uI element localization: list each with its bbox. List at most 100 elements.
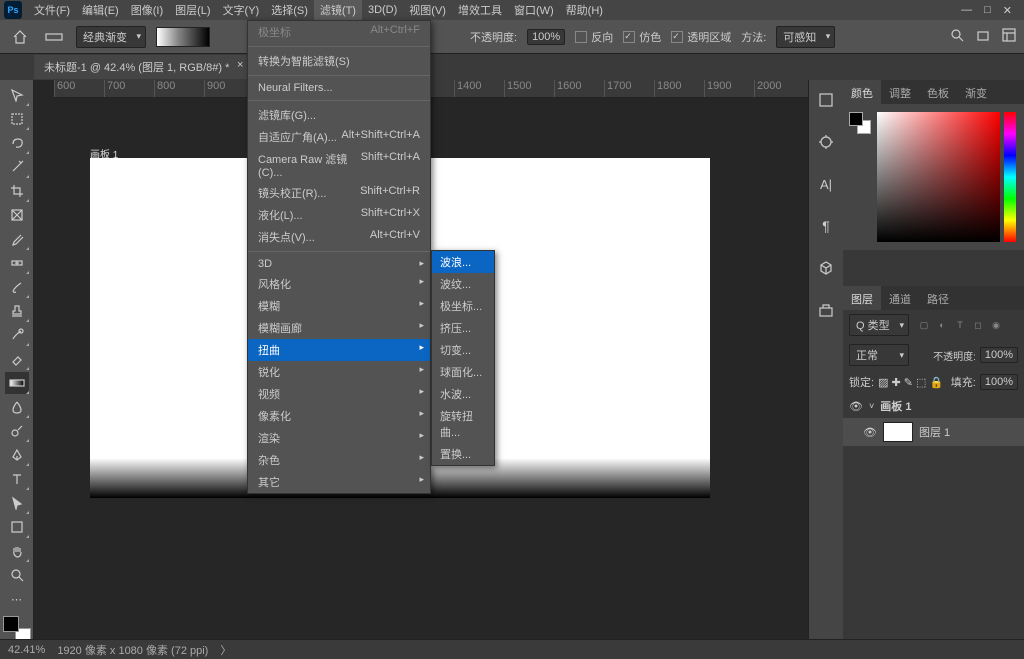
lasso-tool[interactable]: [5, 132, 29, 154]
dither-checkbox[interactable]: 仿色: [623, 29, 661, 45]
type-tool[interactable]: [5, 468, 29, 490]
status-arrow-icon[interactable]: 〉: [220, 642, 231, 658]
filter-sharpen[interactable]: 锐化: [248, 361, 430, 383]
minimize-button[interactable]: —: [961, 4, 972, 17]
lock-icons[interactable]: ▨ ✚ ✎ ⬚ 🔒: [878, 376, 943, 389]
reverse-checkbox[interactable]: 反向: [575, 29, 613, 45]
filter-vanishing[interactable]: 消失点(V)...Alt+Ctrl+V: [248, 226, 430, 248]
dodge-tool[interactable]: [5, 420, 29, 442]
maximize-button[interactable]: □: [984, 4, 991, 17]
blend-mode-dropdown[interactable]: 正常: [849, 344, 909, 366]
menu-select[interactable]: 选择(S): [265, 0, 314, 21]
filter-stylize[interactable]: 风格化: [248, 273, 430, 295]
menu-file[interactable]: 文件(F): [28, 0, 76, 21]
filter-render[interactable]: 渲染: [248, 427, 430, 449]
pen-tool[interactable]: [5, 444, 29, 466]
filter-camera-raw[interactable]: Camera Raw 滤镜(C)...Shift+Ctrl+A: [248, 148, 430, 182]
filter-3d[interactable]: 3D: [248, 255, 430, 273]
filter-liquify[interactable]: 液化(L)...Shift+Ctrl+X: [248, 204, 430, 226]
frame-tool[interactable]: [5, 204, 29, 226]
opacity-value[interactable]: 100%: [527, 29, 565, 45]
layer-opacity-value[interactable]: 100%: [980, 347, 1018, 363]
shape-tool[interactable]: [5, 516, 29, 538]
hue-slider[interactable]: [1004, 112, 1016, 242]
filter-lens[interactable]: 镜头校正(R)...Shift+Ctrl+R: [248, 182, 430, 204]
transparency-checkbox[interactable]: 透明区域: [671, 29, 731, 45]
menu-help[interactable]: 帮助(H): [560, 0, 609, 21]
distort-wave[interactable]: 波浪...: [432, 251, 494, 273]
menu-3d[interactable]: 3D(D): [362, 1, 403, 19]
eraser-tool[interactable]: [5, 348, 29, 370]
filter-pixelate[interactable]: 像素化: [248, 405, 430, 427]
doc-info[interactable]: 1920 像素 x 1080 像素 (72 ppi): [57, 642, 208, 658]
menu-filter[interactable]: 滤镜(T): [314, 0, 362, 21]
distort-twirl[interactable]: 旋转扭曲...: [432, 405, 494, 443]
filter-adaptive[interactable]: 自适应广角(A)...Alt+Shift+Ctrl+A: [248, 126, 430, 148]
chevron-down-icon[interactable]: ˅: [869, 401, 874, 411]
panel-icon-learn[interactable]: [816, 90, 836, 110]
menu-type[interactable]: 文字(Y): [217, 0, 266, 21]
workspace-icon[interactable]: [1002, 28, 1016, 45]
panel-icon-libs[interactable]: [816, 300, 836, 320]
healing-tool[interactable]: [5, 252, 29, 274]
visibility-icon[interactable]: 👁: [849, 400, 863, 413]
filter-noise[interactable]: 杂色: [248, 449, 430, 471]
panel-icon-para[interactable]: ¶: [816, 216, 836, 236]
tab-swatches[interactable]: 色板: [919, 80, 957, 104]
tab-gradients[interactable]: 渐变: [957, 80, 995, 104]
distort-shear[interactable]: 切变...: [432, 339, 494, 361]
layer-kind-dropdown[interactable]: Q 类型: [849, 314, 909, 336]
menu-layer[interactable]: 图层(L): [169, 0, 216, 21]
menu-edit[interactable]: 编辑(E): [76, 0, 125, 21]
tab-adjustments[interactable]: 调整: [881, 80, 919, 104]
menu-view[interactable]: 视图(V): [403, 0, 452, 21]
layer-artboard[interactable]: 👁 ˅ 画板 1: [843, 394, 1024, 418]
tab-channels[interactable]: 通道: [881, 286, 919, 310]
distort-zigzag[interactable]: 水波...: [432, 383, 494, 405]
distort-ripple[interactable]: 波纹...: [432, 273, 494, 295]
gradient-tool[interactable]: [5, 372, 29, 394]
layer-filter-icons[interactable]: ▢◐T◻◉: [917, 318, 1003, 332]
gradient-preview[interactable]: [156, 27, 210, 47]
stamp-tool[interactable]: [5, 300, 29, 322]
method-dropdown[interactable]: 可感知: [776, 26, 835, 48]
history-brush-tool[interactable]: [5, 324, 29, 346]
filter-gallery[interactable]: 滤镜库(G)...: [248, 104, 430, 126]
share-icon[interactable]: [976, 28, 990, 45]
search-icon[interactable]: [950, 28, 964, 45]
filter-distort[interactable]: 扭曲: [248, 339, 430, 361]
filter-blur[interactable]: 模糊: [248, 295, 430, 317]
menu-window[interactable]: 窗口(W): [508, 0, 560, 21]
color-field[interactable]: [877, 112, 1000, 242]
menu-image[interactable]: 图像(I): [125, 0, 169, 21]
filter-video[interactable]: 视频: [248, 383, 430, 405]
filter-convert-smart[interactable]: 转换为智能滤镜(S): [248, 50, 430, 72]
fill-value[interactable]: 100%: [980, 374, 1018, 390]
eyedropper-tool[interactable]: [5, 228, 29, 250]
menu-plugins[interactable]: 增效工具: [452, 0, 508, 21]
distort-polar[interactable]: 极坐标...: [432, 295, 494, 317]
edit-toolbar[interactable]: ⋯: [5, 588, 29, 610]
close-button[interactable]: ✕: [1003, 4, 1012, 17]
distort-pinch[interactable]: 挤压...: [432, 317, 494, 339]
tab-layers[interactable]: 图层: [843, 286, 881, 310]
filter-neural[interactable]: Neural Filters...: [248, 79, 430, 97]
tab-color[interactable]: 颜色: [843, 80, 881, 104]
color-picker-panel[interactable]: [843, 104, 1024, 250]
brush-tool[interactable]: [5, 276, 29, 298]
home-button[interactable]: [8, 25, 32, 49]
panel-icon-char[interactable]: A|: [816, 174, 836, 194]
move-tool[interactable]: [5, 84, 29, 106]
crop-tool[interactable]: [5, 180, 29, 202]
gradient-mode-dropdown[interactable]: 经典渐变: [76, 26, 146, 48]
wand-tool[interactable]: [5, 156, 29, 178]
document-tab[interactable]: 未标题-1 @ 42.4% (图层 1, RGB/8#) *: [34, 55, 249, 79]
zoom-level[interactable]: 42.41%: [8, 644, 45, 656]
panel-icon-3d[interactable]: [816, 258, 836, 278]
panel-icon-adjust[interactable]: [816, 132, 836, 152]
filter-other[interactable]: 其它: [248, 471, 430, 493]
path-select-tool[interactable]: [5, 492, 29, 514]
visibility-icon[interactable]: 👁: [863, 426, 877, 439]
layer-item[interactable]: 👁 图层 1: [843, 418, 1024, 446]
distort-spherize[interactable]: 球面化...: [432, 361, 494, 383]
